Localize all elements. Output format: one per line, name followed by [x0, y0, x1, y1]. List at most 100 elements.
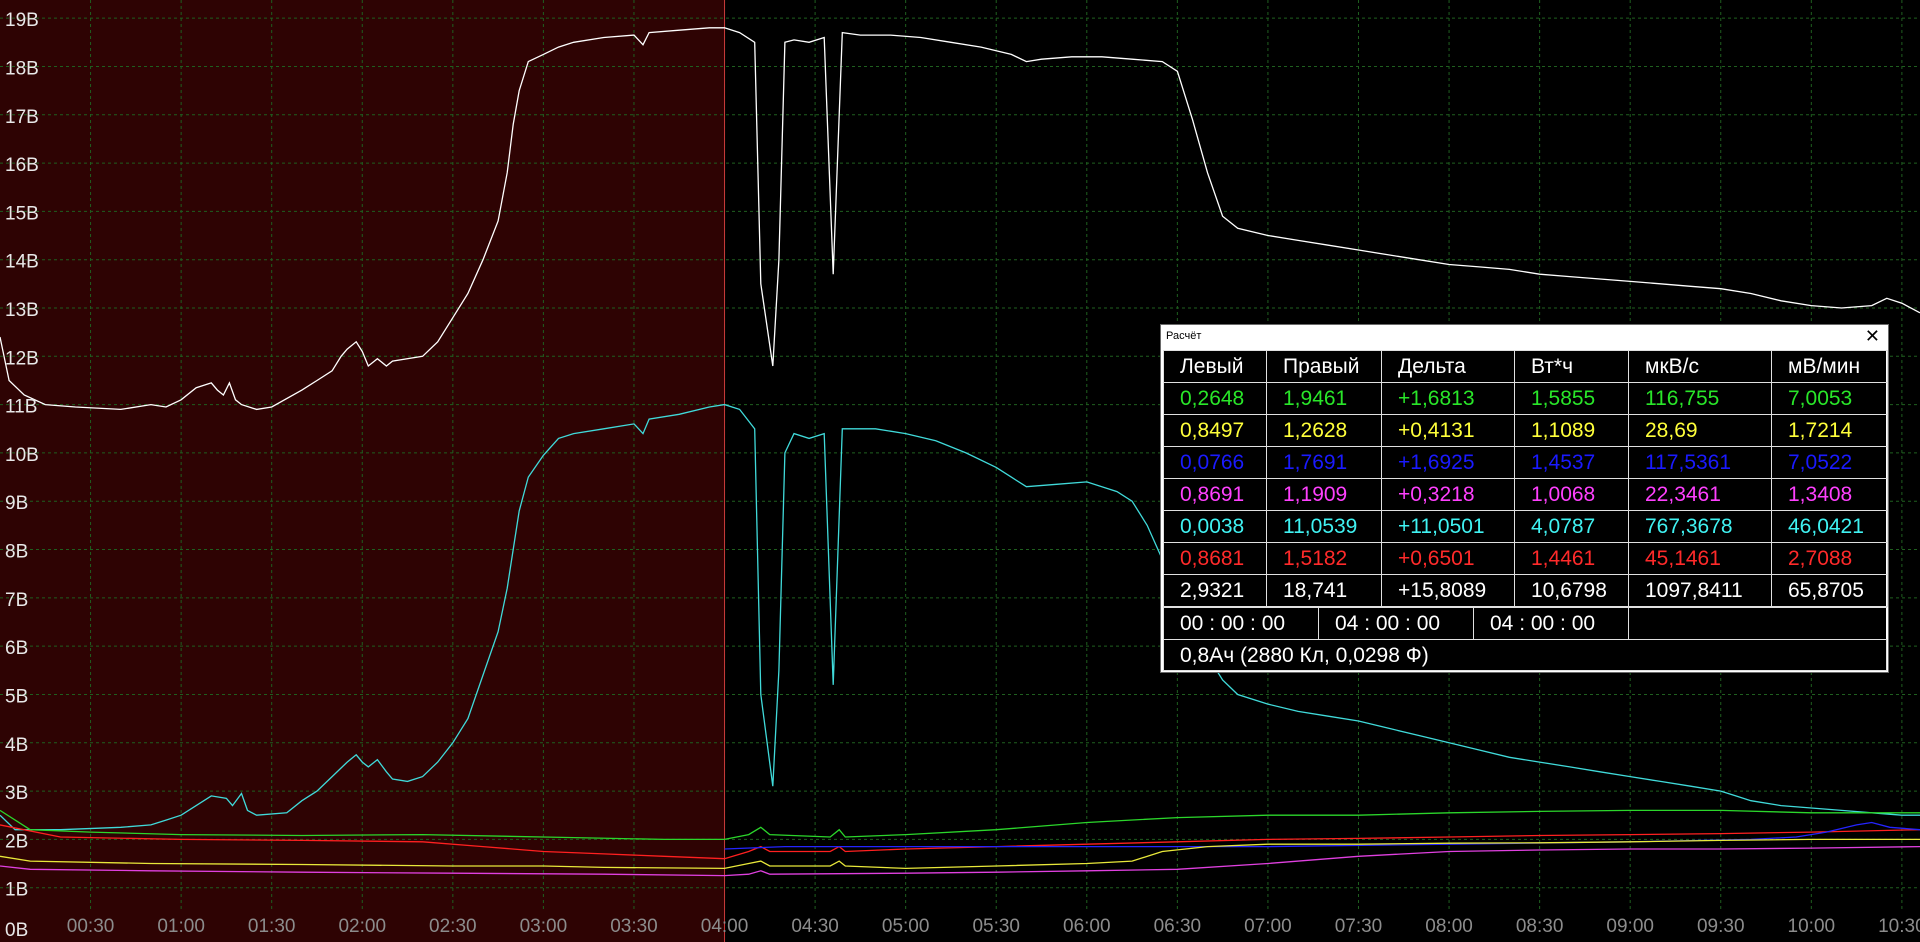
y-tick-label: 12В — [5, 348, 39, 369]
y-tick-label: 16В — [5, 155, 39, 176]
y-tick-label: 3В — [5, 783, 28, 804]
calc-row-red: 0,8681 1,5182 +0,6501 1,4461 45,1461 2,7… — [1163, 542, 1888, 575]
y-tick-label: 17В — [5, 107, 39, 128]
y-tick-label: 2В — [5, 831, 28, 852]
charge-summary: 0,8Ач (2880 Кл, 0,0298 Ф) — [1163, 640, 1887, 671]
time-start: 00 : 00 : 00 — [1163, 607, 1319, 640]
cell: +15,8089 — [1381, 574, 1515, 607]
cell: 1,4537 — [1514, 446, 1629, 479]
x-tick-label: 00:30 — [67, 916, 115, 937]
header-mv-per-min: мВ/мин — [1771, 350, 1888, 383]
cell: 0,0766 — [1163, 446, 1267, 479]
y-tick-label: 18В — [5, 58, 39, 79]
calc-body: Левый Правый Дельта Вт*ч мкВ/с мВ/мин 0,… — [1163, 350, 1888, 671]
cell: 0,8497 — [1163, 414, 1267, 447]
y-tick-label: 19В — [5, 10, 39, 31]
close-icon[interactable]: ✕ — [1865, 326, 1880, 346]
cell: 0,8681 — [1163, 542, 1267, 575]
x-tick-label: 02:30 — [429, 916, 477, 937]
cell: 18,741 — [1266, 574, 1382, 607]
x-tick-label: 01:30 — [248, 916, 296, 937]
header-wh: Вт*ч — [1514, 350, 1629, 383]
calc-row-yellow: 0,8497 1,2628 +0,4131 1,1089 28,69 1,721… — [1163, 414, 1888, 447]
x-tick-label: 05:30 — [972, 916, 1020, 937]
calc-row-total: 2,9321 18,741 +15,8089 10,6798 1097,8411… — [1163, 574, 1888, 607]
x-tick-label: 08:30 — [1516, 916, 1564, 937]
cell: +0,6501 — [1381, 542, 1515, 575]
calc-table: Левый Правый Дельта Вт*ч мкВ/с мВ/мин 0,… — [1163, 350, 1888, 607]
calc-titlebar[interactable]: Расчёт ✕ — [1161, 325, 1888, 349]
calc-row-green: 0,2648 1,9461 +1,6813 1,5855 116,755 7,0… — [1163, 382, 1888, 415]
x-tick-label: 06:00 — [1063, 916, 1111, 937]
cell: 1,1089 — [1514, 414, 1629, 447]
calc-row-magenta: 0,8691 1,1909 +0,3218 1,0068 22,3461 1,3… — [1163, 478, 1888, 511]
calc-times: 00 : 00 : 00 04 : 00 : 00 04 : 00 : 00 — [1163, 607, 1887, 640]
header-uv-per-s: мкВ/с — [1628, 350, 1772, 383]
cell: 1,5182 — [1266, 542, 1382, 575]
x-tick-label: 09:00 — [1606, 916, 1654, 937]
calc-row-blue: 0,0766 1,7691 +1,6925 1,4537 117,5361 7,… — [1163, 446, 1888, 479]
cell: 4,0787 — [1514, 510, 1629, 543]
cell: 46,0421 — [1771, 510, 1888, 543]
y-tick-label: 13В — [5, 300, 39, 321]
header-right: Правый — [1266, 350, 1382, 383]
times-filler — [1628, 607, 1887, 640]
x-tick-label: 08:00 — [1425, 916, 1473, 937]
cell: 2,7088 — [1771, 542, 1888, 575]
x-tick-label: 07:00 — [1244, 916, 1292, 937]
cell: 1,3408 — [1771, 478, 1888, 511]
header-left: Левый — [1163, 350, 1267, 383]
cell: 767,3678 — [1628, 510, 1772, 543]
y-tick-label: 6В — [5, 638, 28, 659]
cell: 11,0539 — [1266, 510, 1382, 543]
cell: 1,1909 — [1266, 478, 1382, 511]
cell: 2,9321 — [1163, 574, 1267, 607]
x-tick-label: 10:30 — [1878, 916, 1920, 937]
x-tick-label: 04:30 — [791, 916, 839, 937]
cell: 116,755 — [1628, 382, 1772, 415]
x-tick-label: 09:30 — [1697, 916, 1745, 937]
x-tick-label: 04:00 — [701, 916, 749, 937]
cell: 1,9461 — [1266, 382, 1382, 415]
y-tick-label: 14В — [5, 252, 39, 273]
cell: 0,0038 — [1163, 510, 1267, 543]
cell: +1,6925 — [1381, 446, 1515, 479]
cell: 0,8691 — [1163, 478, 1267, 511]
y-tick-label: 0В — [5, 920, 28, 941]
x-axis-ticks: 00:30 01:00 01:30 02:00 02:30 03:00 03:30 04:00… — [67, 916, 1920, 937]
cell: +0,3218 — [1381, 478, 1515, 511]
time-end: 04 : 00 : 00 — [1318, 607, 1474, 640]
y-tick-label: 4В — [5, 735, 28, 756]
y-tick-label: 5В — [5, 686, 28, 707]
y-tick-label: 15В — [5, 203, 39, 224]
header-delta: Дельта — [1381, 350, 1515, 383]
cell: 7,0053 — [1771, 382, 1888, 415]
y-tick-label: 7В — [5, 590, 28, 611]
calc-title: Расчёт — [1166, 330, 1202, 342]
x-tick-label: 01:00 — [157, 916, 205, 937]
cell: 10,6798 — [1514, 574, 1629, 607]
y-tick-label: 10В — [5, 445, 39, 466]
cell: 1,4461 — [1514, 542, 1629, 575]
x-tick-label: 05:00 — [882, 916, 930, 937]
cell: 1,2628 — [1266, 414, 1382, 447]
calc-header-row: Левый Правый Дельта Вт*ч мкВ/с мВ/мин — [1163, 350, 1888, 383]
x-tick-label: 02:00 — [338, 916, 386, 937]
cell: 1,0068 — [1514, 478, 1629, 511]
calc-window[interactable]: Расчёт ✕ Левый Правый Дельта Вт*ч мкВ/с … — [1160, 324, 1889, 673]
y-tick-label: 8В — [5, 542, 28, 563]
calc-row-cyan: 0,0038 11,0539 +11,0501 4,0787 767,3678 … — [1163, 510, 1888, 543]
cell: 1,7691 — [1266, 446, 1382, 479]
cell: +11,0501 — [1381, 510, 1515, 543]
x-tick-label: 03:30 — [610, 916, 658, 937]
cell: 65,8705 — [1771, 574, 1888, 607]
cell: 28,69 — [1628, 414, 1772, 447]
cell: 1,5855 — [1514, 382, 1629, 415]
x-tick-label: 06:30 — [1154, 916, 1202, 937]
y-tick-label: 1В — [5, 880, 28, 901]
cell: 0,2648 — [1163, 382, 1267, 415]
cell: 1097,8411 — [1628, 574, 1772, 607]
x-tick-label: 03:00 — [520, 916, 568, 937]
y-tick-label: 9В — [5, 493, 28, 514]
y-tick-label: 11В — [5, 397, 37, 418]
